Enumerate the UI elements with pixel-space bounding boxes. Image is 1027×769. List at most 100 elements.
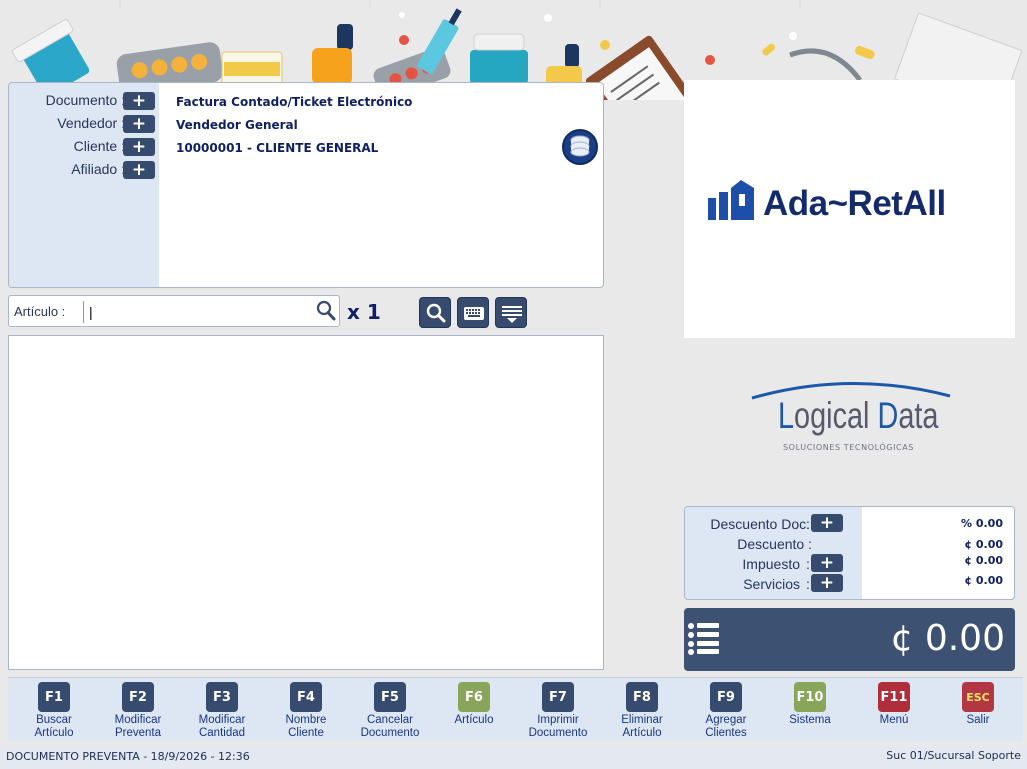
keyboard-button[interactable] (457, 297, 489, 328)
services-add-button[interactable]: + (811, 574, 843, 592)
fkey-label-line2: Documento (360, 727, 420, 739)
magnifier-icon (426, 303, 446, 323)
fkey-esc-button[interactable]: ESC Salir (936, 682, 1020, 742)
status-branch: Suc 01/Sucursal Soporte (886, 749, 1021, 762)
fkey-f5-button[interactable]: F5 Cancelar Documento (348, 682, 432, 742)
plus-icon: + (131, 136, 147, 157)
discount-value: ¢ 0.00 (964, 538, 1003, 551)
doc-discount-value: % 0.00 (961, 517, 1003, 530)
bar-chart-logo-icon (708, 180, 754, 220)
fkey-badge: ESC (962, 682, 994, 712)
fkey-label-line1: Artículo (454, 714, 494, 726)
services-label: Servicios (743, 576, 800, 592)
client-label: Cliente : (73, 138, 125, 154)
fkey-f6-button[interactable]: F6 Artículo (432, 682, 516, 742)
fkey-label: Modificar Preventa (96, 714, 180, 740)
items-list[interactable] (8, 335, 604, 670)
fkey-f7-button[interactable]: F7 Imprimir Documento (516, 682, 600, 742)
fkey-f4-button[interactable]: F4 Nombre Cliente (264, 682, 348, 742)
seller-label: Vendedor : (57, 115, 125, 131)
fkey-badge: F10 (794, 682, 826, 712)
fkey-label-line2: Cantidad (198, 727, 246, 739)
function-key-bar: F1 Buscar Artículo F2 Modificar Preventa F3 Mod… (8, 677, 1023, 741)
coins-icon (570, 135, 590, 157)
fkey-badge: F9 (710, 682, 742, 712)
plus-icon: + (819, 572, 835, 593)
logical-rest: ogical (794, 395, 878, 436)
affiliate-label: Afiliado : (71, 161, 125, 177)
doc-discount-add-button[interactable]: + (811, 514, 843, 532)
plus-icon: + (131, 113, 147, 134)
discount-label: Descuento : (737, 536, 812, 552)
totals-panel: Descuento Doc. : + % 0.00 Descuento : ¢ … (684, 506, 1015, 600)
coins-button[interactable] (562, 129, 598, 165)
fkey-badge: F5 (374, 682, 406, 712)
fkey-label-line2: Clientes (705, 727, 747, 739)
document-label: Documento : (45, 92, 125, 108)
fkey-label: Eliminar Artículo (600, 714, 684, 740)
article-input[interactable] (83, 301, 311, 323)
fkey-label-line1: Modificar (114, 714, 162, 726)
affiliate-add-button[interactable]: + (123, 161, 155, 179)
fkey-f1-button[interactable]: F1 Buscar Artículo (12, 682, 96, 742)
fkey-badge: F7 (542, 682, 574, 712)
client-add-button[interactable]: + (123, 138, 155, 156)
document-add-button[interactable]: + (123, 92, 155, 110)
services-colon: : (806, 576, 810, 592)
logical-initial: L (778, 395, 795, 436)
seller-add-button[interactable]: + (123, 115, 155, 133)
grand-total-panel: ¢ 0.00 (684, 608, 1015, 671)
status-bar: DOCUMENTO PREVENTA - 18/9/2026 - 12:36 S… (0, 746, 1027, 769)
tax-value: ¢ 0.00 (964, 554, 1003, 567)
fkey-f10-button[interactable]: F10 Sistema (768, 682, 852, 742)
list-icon[interactable] (687, 622, 723, 656)
fkey-badge: F4 (290, 682, 322, 712)
lookup-button[interactable] (419, 297, 451, 328)
list-menu-button[interactable] (495, 297, 527, 328)
fkey-label: Menú (852, 714, 936, 727)
fkey-label: Salir (936, 714, 1020, 727)
fkey-badge: F11 (878, 682, 910, 712)
fkey-label: Modificar Cantidad (180, 714, 264, 740)
plus-icon: + (131, 90, 147, 111)
fkey-badge: F8 (626, 682, 658, 712)
data-initial: D (877, 395, 899, 436)
fkey-f2-button[interactable]: F2 Modificar Preventa (96, 682, 180, 742)
fkey-f8-button[interactable]: F8 Eliminar Artículo (600, 682, 684, 742)
plus-icon: + (819, 552, 835, 573)
fkey-label-line1: Nombre (285, 714, 327, 726)
quantity-multiplier: x 1 (347, 300, 381, 324)
fkey-f3-button[interactable]: F3 Modificar Cantidad (180, 682, 264, 742)
fkey-label: Artículo (432, 714, 516, 727)
fkey-f9-button[interactable]: F9 Agregar Clientes (684, 682, 768, 742)
fkey-label-line2: Artículo (34, 727, 74, 739)
services-value: ¢ 0.00 (964, 574, 1003, 587)
list-dropdown-icon (502, 306, 522, 323)
fkey-label-line1: Eliminar (621, 714, 663, 726)
logical-data-name: Logical Data (778, 395, 938, 437)
fkey-label: Sistema (768, 714, 852, 727)
ada-retail-logo-text: Ada~RetAll (763, 184, 946, 223)
fkey-label-line2: Documento (528, 727, 588, 739)
fkey-label-line1: Cancelar (366, 714, 414, 726)
fkey-label-line1: Modificar (198, 714, 246, 726)
fkey-label: Cancelar Documento (348, 714, 432, 740)
plus-icon: + (819, 512, 835, 533)
doc-discount-colon: : (806, 516, 810, 532)
data-rest: ata (898, 395, 939, 436)
status-document: DOCUMENTO PREVENTA - 18/9/2026 - 12:36 (6, 750, 250, 763)
fkey-label: Buscar Artículo (12, 714, 96, 740)
fkey-label-line2: Artículo (622, 727, 662, 739)
article-search-box: Artículo : (8, 295, 340, 327)
search-icon[interactable] (315, 300, 337, 322)
fkey-badge: F2 (122, 682, 154, 712)
fkey-f11-button[interactable]: F11 Menú (852, 682, 936, 742)
fkey-label-line2: Preventa (114, 727, 162, 739)
fkey-label-line1: Buscar (36, 714, 72, 726)
document-value: Factura Contado/Ticket Electrónico (176, 95, 413, 109)
keyboard-icon (464, 307, 484, 320)
tax-add-button[interactable]: + (811, 554, 843, 572)
fkey-label-line1: Salir (966, 714, 990, 726)
fkey-label-line1: Menú (879, 714, 909, 726)
grand-total-value: ¢ 0.00 (890, 618, 1005, 659)
